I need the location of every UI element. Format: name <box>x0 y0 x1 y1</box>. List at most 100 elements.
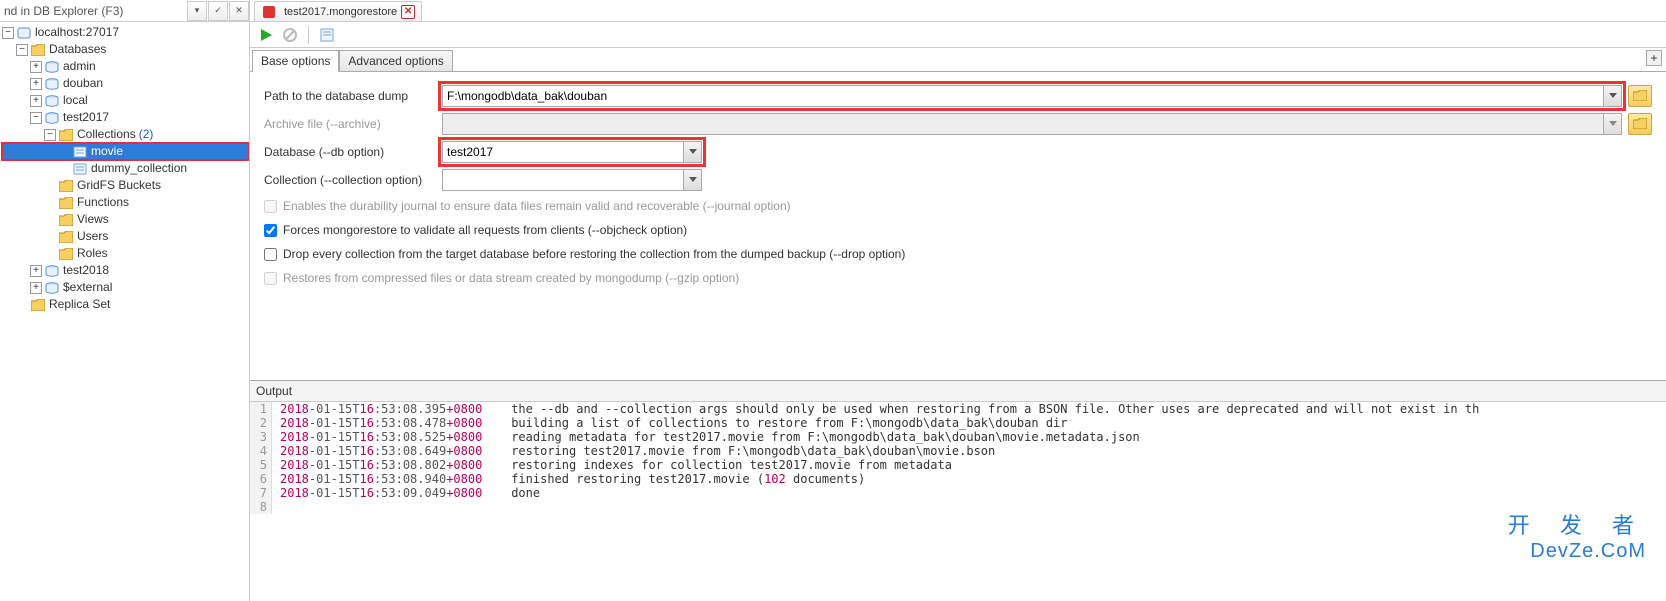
output-line: 22018-01-15T16:53:08.478+0800 building a… <box>250 416 1666 430</box>
tree-label: test2017 <box>63 109 109 126</box>
folder-icon <box>58 179 74 193</box>
tree-label: douban <box>63 75 103 92</box>
drop-check-row[interactable]: Drop every collection from the target da… <box>264 242 1652 266</box>
collection-input[interactable] <box>443 173 683 187</box>
tree-label: localhost:27017 <box>35 24 119 41</box>
tree-label: dummy_collection <box>91 160 187 177</box>
path-input[interactable] <box>443 89 1603 103</box>
run-button[interactable] <box>256 25 276 45</box>
stop-button[interactable] <box>280 25 300 45</box>
collection-combo[interactable] <box>442 169 702 191</box>
tree-item[interactable]: −Databases <box>2 41 249 58</box>
output-title: Output <box>250 381 1666 402</box>
output-pane: Output 12018-01-15T16:53:08.395+0800 the… <box>250 380 1666 601</box>
tree-item[interactable]: dummy_collection <box>2 160 249 177</box>
editor-tab-label: test2017.mongorestore <box>284 6 397 18</box>
folder-icon <box>58 128 74 142</box>
tree-label: movie <box>91 143 123 160</box>
db-icon <box>44 77 60 91</box>
database-dropdown-button[interactable] <box>683 142 701 162</box>
tree-label: GridFS Buckets <box>77 177 161 194</box>
tab-advanced-options[interactable]: Advanced options <box>339 50 452 71</box>
collection-dropdown-button[interactable] <box>683 170 701 190</box>
tree-item[interactable]: −test2017 <box>2 109 249 126</box>
output-line: 52018-01-15T16:53:08.802+0800 restoring … <box>250 458 1666 472</box>
objcheck-check-row[interactable]: Forces mongorestore to validate all requ… <box>264 218 1652 242</box>
coll-icon <box>72 145 88 159</box>
journal-check-row: Enables the durability journal to ensure… <box>264 194 1652 218</box>
archive-input-wrap <box>442 113 1622 135</box>
drop-checkbox[interactable] <box>264 248 277 261</box>
archive-browse-button[interactable] <box>1628 113 1652 135</box>
db-explorer-header: ▾ ✓ ✕ <box>0 0 249 22</box>
tree-label: Views <box>77 211 109 228</box>
database-label: Database (--db option) <box>264 145 442 159</box>
tree-item[interactable]: Users <box>2 228 249 245</box>
main-panel: test2017.mongorestore ✕ Base options Adv… <box>250 0 1666 601</box>
tree-item[interactable]: +local <box>2 92 249 109</box>
archive-input <box>443 117 1603 131</box>
editor-tabbar: test2017.mongorestore ✕ <box>250 0 1666 22</box>
output-line: 62018-01-15T16:53:08.940+0800 finished r… <box>250 472 1666 486</box>
add-tab-button[interactable]: + <box>1646 50 1662 66</box>
output-line: 72018-01-15T16:53:09.049+0800 done <box>250 486 1666 500</box>
restore-form: Path to the database dump Archive file (… <box>250 72 1666 300</box>
tree-item[interactable]: Roles <box>2 245 249 262</box>
tree-label: local <box>63 92 88 109</box>
output-line: 42018-01-15T16:53:08.649+0800 restoring … <box>250 444 1666 458</box>
host-icon <box>16 26 32 40</box>
tree-item[interactable]: +douban <box>2 75 249 92</box>
objcheck-checkbox[interactable] <box>264 224 277 237</box>
tree-item[interactable]: movie <box>2 143 249 160</box>
close-button[interactable]: ✕ <box>229 1 249 21</box>
tree-item[interactable]: Functions <box>2 194 249 211</box>
path-browse-button[interactable] <box>1628 85 1652 107</box>
tree-item[interactable]: +test2018 <box>2 262 249 279</box>
folder-icon <box>58 196 74 210</box>
objcheck-label: Forces mongorestore to validate all requ… <box>283 223 687 237</box>
database-input[interactable] <box>443 145 683 159</box>
gzip-check-row: Restores from compressed files or data s… <box>264 266 1652 290</box>
tree-label: Roles <box>77 245 108 262</box>
folder-icon <box>30 43 46 57</box>
journal-label: Enables the durability journal to ensure… <box>283 199 791 213</box>
tree-label: admin <box>63 58 96 75</box>
folder-icon <box>30 298 46 312</box>
editor-tab[interactable]: test2017.mongorestore ✕ <box>254 1 422 21</box>
tree-label: Databases <box>49 41 106 58</box>
tab-base-options[interactable]: Base options <box>252 50 339 72</box>
path-label: Path to the database dump <box>264 89 442 103</box>
db-tree[interactable]: − localhost:27017 −Databases+admin+douba… <box>0 22 249 601</box>
db-icon <box>44 60 60 74</box>
close-icon[interactable]: ✕ <box>401 5 415 19</box>
db-icon <box>44 111 60 125</box>
tree-label: Users <box>77 228 108 245</box>
check-button[interactable]: ✓ <box>208 1 228 21</box>
db-icon <box>44 264 60 278</box>
tree-label: Replica Set <box>49 296 110 313</box>
dropdown-button[interactable]: ▾ <box>187 1 207 21</box>
path-dropdown-button[interactable] <box>1603 86 1621 106</box>
coll-icon <box>72 162 88 176</box>
gzip-label: Restores from compressed files or data s… <box>283 271 739 285</box>
tree-item[interactable]: +admin <box>2 58 249 75</box>
output-line: 8 <box>250 500 1666 514</box>
db-icon <box>44 281 60 295</box>
script-button[interactable] <box>317 25 337 45</box>
tree-item[interactable]: Replica Set <box>2 296 249 313</box>
db-explorer-search-input[interactable] <box>0 2 186 20</box>
db-explorer-panel: ▾ ✓ ✕ − localhost:27017 −Databases+admin… <box>0 0 250 601</box>
folder-icon <box>58 230 74 244</box>
collection-label: Collection (--collection option) <box>264 173 442 187</box>
folder-icon <box>58 213 74 227</box>
tree-item[interactable]: Views <box>2 211 249 228</box>
tree-host[interactable]: − localhost:27017 <box>2 24 249 41</box>
tree-item[interactable]: +$external <box>2 279 249 296</box>
tree-item[interactable]: GridFS Buckets <box>2 177 249 194</box>
output-body[interactable]: 12018-01-15T16:53:08.395+0800 the --db a… <box>250 402 1666 601</box>
tree-label: Collections <box>77 126 136 143</box>
tree-item[interactable]: −Collections(2) <box>2 126 249 143</box>
archive-dropdown-button[interactable] <box>1603 114 1621 134</box>
database-combo[interactable] <box>442 141 702 163</box>
tree-label: test2018 <box>63 262 109 279</box>
